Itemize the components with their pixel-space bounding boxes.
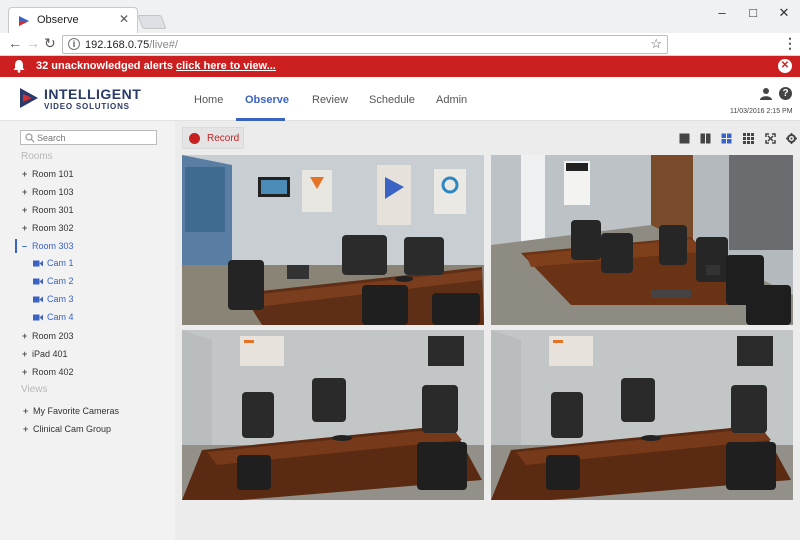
- address-bar[interactable]: i 192.168.0.75/live#/ ☆: [62, 35, 668, 54]
- sidebar-item-room-402[interactable]: + Room 402: [22, 367, 74, 379]
- sidebar-item-cam-2[interactable]: Cam 2: [33, 276, 74, 286]
- quad-layout-icon[interactable]: [721, 133, 732, 144]
- forward-icon[interactable]: →: [26, 35, 40, 51]
- search-icon: [25, 133, 35, 143]
- fullscreen-icon[interactable]: [765, 133, 776, 144]
- video-camera-icon: [33, 296, 43, 303]
- view-alerts-link[interactable]: click here to view...: [176, 60, 276, 72]
- camera-feed-3[interactable]: [182, 330, 484, 500]
- views-section-title: Views: [21, 384, 48, 395]
- url-text: 192.168.0.75/live#/: [85, 39, 178, 51]
- record-icon: [189, 133, 200, 144]
- browser-tab[interactable]: Observe ✕: [8, 7, 138, 33]
- sidebar-item-my-favorite-cameras[interactable]: + My Favorite Cameras: [23, 406, 119, 418]
- tab-close-icon[interactable]: ✕: [119, 12, 129, 26]
- close-window-button[interactable]: ✕: [769, 3, 799, 23]
- company-logo-icon: [20, 88, 38, 108]
- settings-icon[interactable]: [786, 133, 797, 144]
- camera-feed-4[interactable]: [491, 330, 793, 500]
- conference-room-image: [182, 330, 484, 500]
- single-layout-icon[interactable]: [679, 133, 690, 144]
- video-camera-icon: [33, 278, 43, 285]
- sidebar-item-cam-4[interactable]: Cam 4: [33, 312, 74, 322]
- sidebar-item-cam-3[interactable]: Cam 3: [33, 294, 74, 304]
- main-content: Record: [175, 121, 800, 540]
- tab-title: Observe: [37, 14, 79, 26]
- nav-observe[interactable]: Observe: [245, 94, 289, 106]
- browser-titlebar: Observe ✕ – □ ✕: [0, 0, 800, 33]
- nine-grid-layout-icon[interactable]: [743, 133, 754, 144]
- video-camera-icon: [33, 260, 43, 267]
- sidebar-item-room-101[interactable]: + Room 101: [22, 169, 74, 181]
- sidebar-item-cam-1[interactable]: Cam 1: [33, 258, 74, 268]
- maximize-button[interactable]: □: [738, 3, 768, 23]
- current-datetime: 11/03/2016 2:15 PM: [730, 108, 793, 115]
- logo-text-primary: INTELLIGENT: [44, 86, 142, 102]
- sidebar-item-room-103[interactable]: + Room 103: [22, 187, 74, 199]
- nav-admin[interactable]: Admin: [436, 94, 467, 106]
- conference-room-image: [491, 155, 793, 325]
- logo-text-secondary: VIDEO SOLUTIONS: [44, 102, 130, 111]
- nav-review[interactable]: Review: [312, 94, 348, 106]
- sidebar-item-room-302[interactable]: + Room 302: [22, 223, 74, 235]
- camera-feed-1[interactable]: [182, 155, 484, 325]
- info-icon[interactable]: i: [68, 38, 80, 50]
- minimize-button[interactable]: –: [707, 3, 737, 23]
- record-label: Record: [207, 133, 240, 144]
- user-icon[interactable]: [760, 87, 772, 100]
- active-room-indicator: [15, 239, 17, 253]
- conference-room-image: [491, 330, 793, 500]
- new-tab-button[interactable]: [137, 15, 167, 29]
- alert-close-icon[interactable]: ✕: [778, 59, 792, 73]
- bookmark-star-icon[interactable]: ☆: [650, 36, 662, 52]
- sidebar-item-clinical-cam-group[interactable]: + Clinical Cam Group: [23, 424, 111, 436]
- conference-room-image: [182, 155, 484, 325]
- browser-menu-icon[interactable]: ⋮: [783, 35, 797, 52]
- camera-feed-2[interactable]: [491, 155, 793, 325]
- alert-message: 32 unacknowledged alerts click here to v…: [36, 60, 276, 72]
- video-camera-icon: [33, 314, 43, 321]
- alert-banner: 32 unacknowledged alerts click here to v…: [0, 56, 800, 77]
- bell-icon: [13, 60, 25, 73]
- search-field[interactable]: [20, 130, 157, 145]
- rooms-section-title: Rooms: [21, 151, 53, 162]
- browser-toolbar: ← → ↻ i 192.168.0.75/live#/ ☆ ⋮: [0, 33, 800, 56]
- sidebar-item-ipad-401[interactable]: + iPad 401: [22, 349, 68, 361]
- nav-schedule[interactable]: Schedule: [369, 94, 415, 106]
- sidebar-item-room-301[interactable]: + Room 301: [22, 205, 74, 217]
- sidebar-item-room-203[interactable]: + Room 203: [22, 331, 74, 343]
- nav-home[interactable]: Home: [194, 94, 223, 106]
- help-icon[interactable]: ?: [779, 87, 792, 100]
- search-input[interactable]: [37, 132, 155, 144]
- app-header: INTELLIGENT VIDEO SOLUTIONS Home Observe…: [0, 77, 800, 121]
- sidebar-item-room-303[interactable]: – Room 303: [22, 241, 74, 253]
- two-column-layout-icon[interactable]: [700, 133, 711, 144]
- back-icon[interactable]: ←: [8, 35, 22, 51]
- record-button[interactable]: Record: [182, 127, 244, 149]
- sidebar: Rooms +Room 101 +Room 103 +Room 301 +Roo…: [0, 121, 175, 540]
- app-favicon-icon: [19, 16, 29, 26]
- reload-icon[interactable]: ↻: [44, 35, 56, 52]
